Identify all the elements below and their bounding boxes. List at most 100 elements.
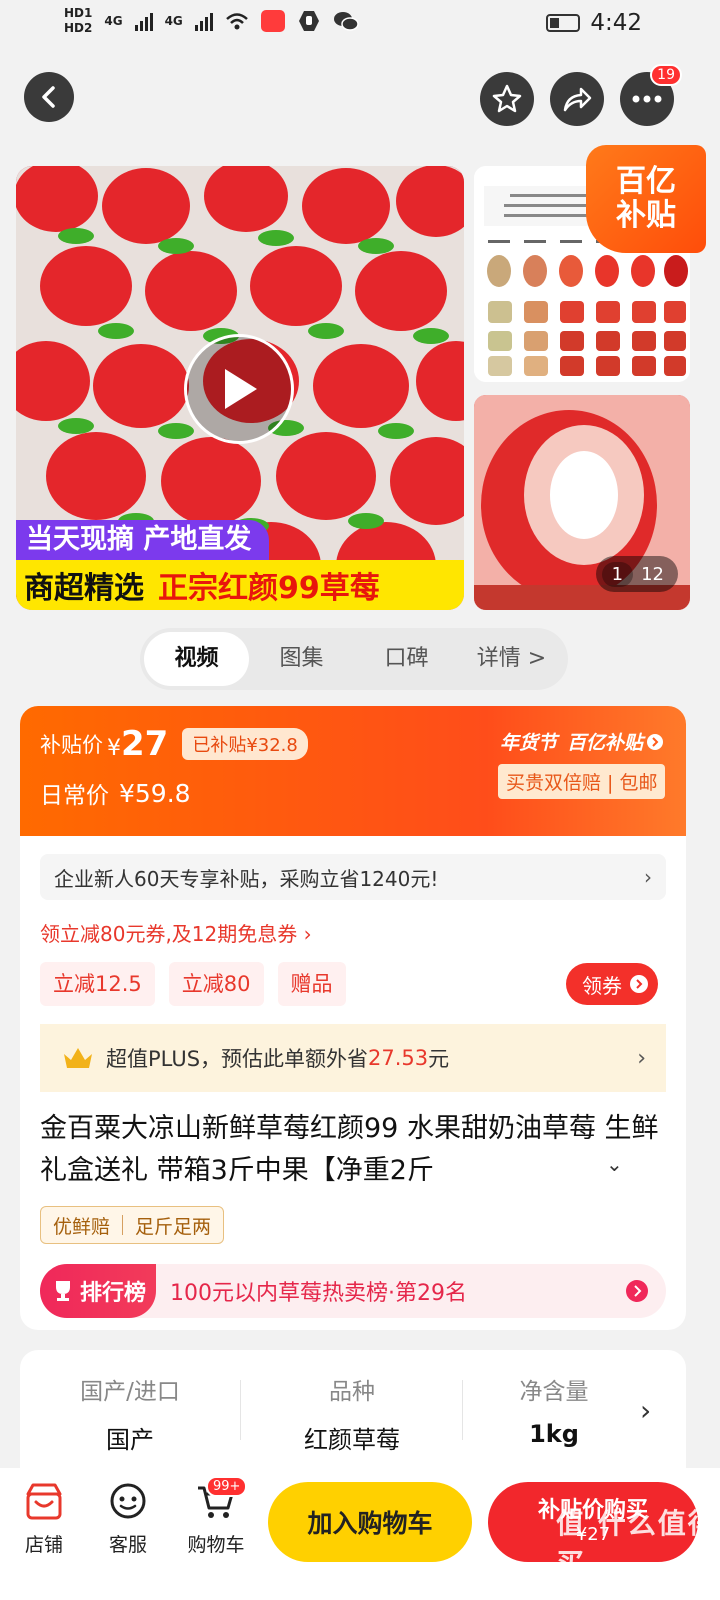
back-button[interactable] (24, 72, 74, 122)
subsidy-price-value: 27 (121, 724, 169, 764)
spec-origin: 国产/进口 国产 (20, 1372, 240, 1455)
subsidy-badge-line1: 百亿 (616, 164, 676, 199)
image-counter-current: 1 (601, 561, 634, 587)
tab-video[interactable]: 视频 (144, 632, 249, 686)
plus-amount: 27.53 (368, 1046, 429, 1070)
spec-origin-value: 国产 (106, 1426, 154, 1454)
subsidy-program-link[interactable]: 年货节 百亿补贴 (500, 728, 664, 755)
battery-icon (546, 14, 581, 32)
product-title: 金百粟大凉山新鲜草莓红颜99 水果甜奶油草莓 生鲜礼盒送礼 带箱3斤中果【净重2… (40, 1113, 659, 1186)
spec-origin-label: 国产/进口 (80, 1379, 180, 1405)
ranking-banner[interactable]: 排行榜 100元以内草莓热卖榜·第29名 (40, 1264, 666, 1318)
spec-variety-label: 品种 (329, 1379, 375, 1405)
spec-weight-value: 1kg (529, 1420, 579, 1448)
cart-label: 购物车 (187, 1534, 245, 1556)
chevron-right-circle-icon (630, 975, 648, 993)
chevron-right-circle-icon (647, 733, 664, 750)
gift-chip[interactable]: 赠品 (277, 962, 346, 1006)
get-coupon-button[interactable]: 领券 (566, 963, 658, 1005)
tab-gallery[interactable]: 图集 (249, 632, 354, 686)
event-label: 年货节 (500, 732, 558, 754)
image-banner: 商超精选 正宗红颜99草莓 (16, 560, 464, 610)
subsidy-price: 补贴价 ¥ 27 已补贴¥32.8 (40, 724, 308, 764)
play-icon (225, 369, 257, 409)
app-notification-icon (260, 10, 285, 32)
clock: 4:42 (590, 10, 642, 36)
service-tags[interactable]: 优鲜赔 足斤足两 (40, 1206, 225, 1244)
crown-icon (64, 1048, 92, 1068)
program-label: 百亿补贴 (567, 732, 644, 754)
discount-chips: 立减12.5 立减80 赠品 (40, 962, 346, 1006)
plus-text: 超值PLUS，预估此单额外省 (106, 1047, 369, 1071)
wechat-icon (333, 12, 359, 31)
chevron-right-icon: › (640, 1394, 652, 1427)
spec-variety-value: 红颜草莓 (304, 1426, 400, 1454)
spec-net-weight: 净含量 1kg (464, 1372, 644, 1448)
media-tabs: 视频 图集 口碑 详情 > (140, 628, 568, 690)
ranking-text: 100元以内草莓热卖榜·第29名 (170, 1281, 467, 1306)
play-video-button[interactable] (184, 334, 294, 444)
watermark-url: zhizhizhi.com (578, 1580, 666, 1595)
favorite-button[interactable] (480, 72, 534, 126)
share-button[interactable] (550, 72, 604, 126)
add-to-cart-button[interactable]: 加入购物车 (268, 1482, 472, 1562)
daily-price: 日常价 ¥59.8 (40, 776, 191, 810)
spec-weight-label: 净含量 (519, 1379, 589, 1405)
coupon-link[interactable]: 领立减80元券,及12期免息券 › (40, 918, 312, 947)
plus-banner[interactable]: 超值PLUS，预估此单额外省 27.53 元 › (40, 1024, 666, 1092)
star-icon (492, 84, 522, 113)
chevron-left-icon (42, 86, 55, 108)
image-tag-top: 当天现摘 产地直发 (16, 520, 270, 560)
status-icons-right: 4:42 (546, 10, 642, 36)
thumbnail-cut-strawberry[interactable]: 1 12 (474, 395, 690, 610)
more-button[interactable]: 19 (620, 64, 682, 126)
spec-panel[interactable]: 国产/进口 国产 品种 红颜草莓 净含量 1kg › (20, 1350, 686, 1468)
hd2-label: HD2 (64, 21, 93, 35)
image-counter-total: 12 (641, 563, 664, 585)
price-header: 补贴价 ¥ 27 已补贴¥32.8 日常价 ¥59.8 年货节 百亿补贴 买贵双… (20, 706, 686, 836)
hand-icon (298, 11, 319, 31)
get-coupon-label: 领券 (582, 973, 622, 998)
more-icon (632, 95, 662, 103)
image-counter: 1 12 (595, 556, 678, 592)
daily-price-label: 日常价 (40, 783, 109, 809)
image-tag-left: 商超精选 (24, 571, 144, 606)
watermark-logo: 值 什么值得买 (556, 1507, 718, 1580)
spec-variety: 品种 红颜草莓 (242, 1372, 462, 1455)
cart-button[interactable]: 购物车 99+ (178, 1476, 254, 1557)
hd1-label: HD1 (64, 6, 93, 20)
chevron-right-icon: › (644, 865, 652, 889)
enterprise-banner[interactable]: 企业新人60天专享补贴，采购立省1240元! › (40, 854, 666, 900)
chevron-right-icon: › (637, 1045, 646, 1071)
status-icons-left: HD1 HD2 4G 4G (64, 6, 359, 36)
daily-price-value: ¥59.8 (119, 778, 191, 808)
plus-unit: 元 (428, 1047, 450, 1071)
discount-chip-2[interactable]: 立减80 (168, 962, 264, 1006)
subsidized-amount-tag: 已补贴¥32.8 (182, 728, 308, 760)
image-tag-right: 正宗红颜99草莓 (158, 571, 380, 606)
shop-label: 店铺 (24, 1534, 63, 1556)
hd-indicator: HD1 HD2 (64, 6, 92, 36)
shop-icon (26, 1483, 62, 1520)
discount-chip-1[interactable]: 立减12.5 (40, 962, 155, 1006)
signal-icon (134, 11, 153, 31)
currency-symbol: ¥ (107, 735, 121, 761)
customer-service-button[interactable]: 客服 (98, 1482, 158, 1557)
shop-button[interactable]: 店铺 (14, 1482, 74, 1557)
chevron-right-circle-icon (626, 1280, 648, 1302)
wifi-icon (225, 13, 248, 30)
service-tag-1: 优鲜赔 (53, 1215, 111, 1238)
expand-title-icon[interactable]: ⌄ (606, 1152, 623, 1176)
ranking-label: 排行榜 (80, 1281, 147, 1306)
subsidy-badge-line2: 补贴 (616, 198, 676, 233)
chat-icon (110, 1483, 146, 1519)
cart-badge: 99+ (206, 1476, 248, 1497)
share-icon (563, 87, 592, 112)
tab-reviews[interactable]: 口碑 (354, 632, 459, 686)
enterprise-text: 企业新人60天专享补贴，采购立省1240元! (54, 866, 439, 891)
product-main-image[interactable]: 当天现摘 产地直发 商超精选 正宗红颜99草莓 (16, 166, 464, 610)
subsidy-badge: 百亿 补贴 (586, 145, 706, 253)
signal-icon-2 (194, 11, 213, 31)
message-badge: 19 (650, 64, 682, 86)
tab-details[interactable]: 详情 > (459, 632, 564, 686)
